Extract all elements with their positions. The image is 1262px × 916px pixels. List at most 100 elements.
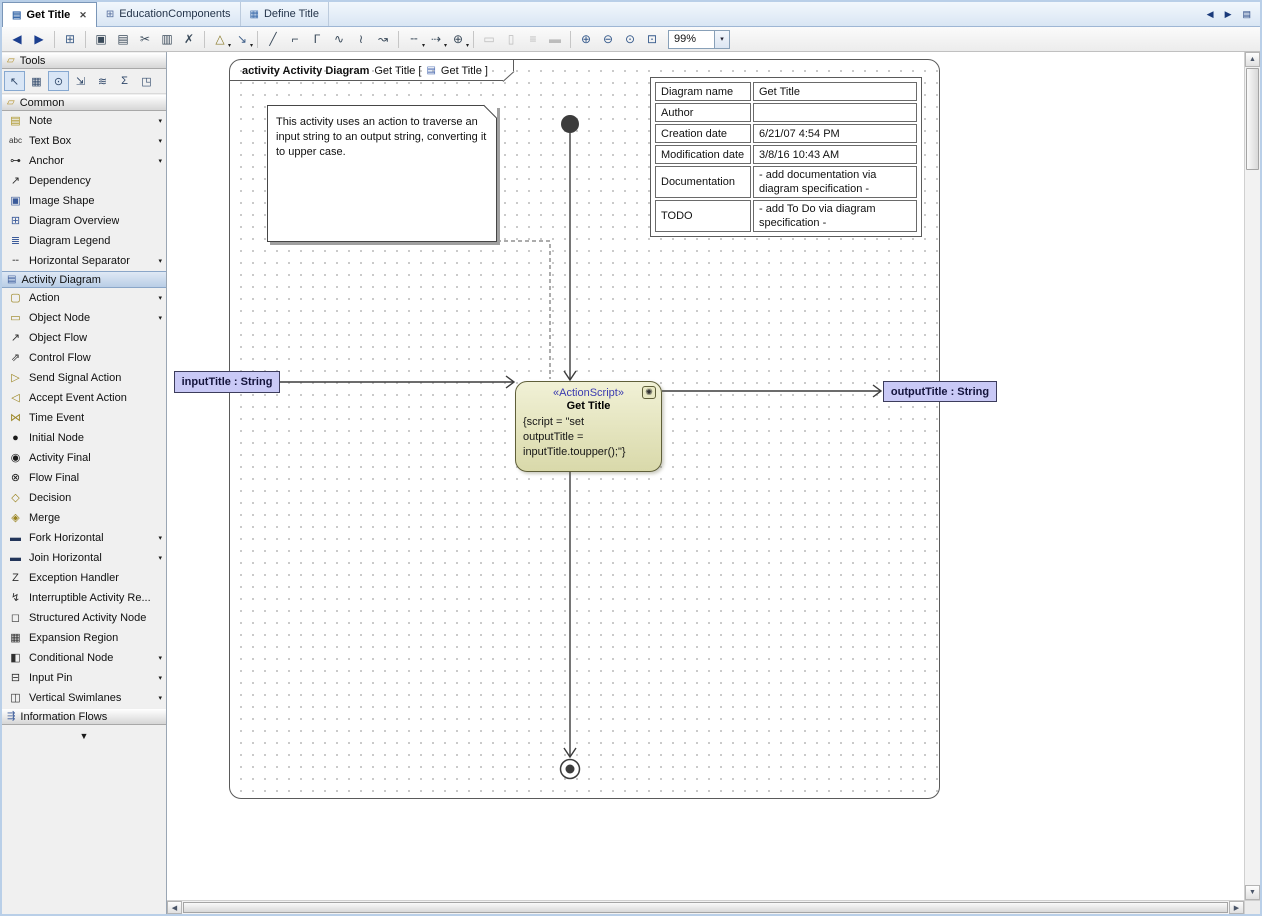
tab-define-title[interactable]: ▦ Define Title	[241, 2, 329, 26]
scroll-left-button[interactable]: ◀	[167, 901, 182, 914]
object-node-tool[interactable]: ▭ Object Node ▾	[2, 308, 166, 328]
paste-button[interactable]: ▤ ▾	[112, 29, 134, 50]
palette-section-tools[interactable]: ▱ Tools	[2, 52, 166, 69]
dropdown-arrow-icon[interactable]: ▾	[158, 554, 162, 562]
activity-final-tool[interactable]: ◉ Activity Final ▾	[2, 448, 166, 468]
resize-tool-button[interactable]: ⇲	[70, 71, 91, 91]
merge-tool[interactable]: ◈ Merge ▾	[2, 508, 166, 528]
copy-button[interactable]: ▣ ▾	[90, 29, 112, 50]
layout-tool-button[interactable]: Σ	[114, 71, 135, 91]
horizontal-scrollbar[interactable]: ◀ ▶	[167, 900, 1244, 914]
zoom-fit-button[interactable]: ⊡ ▾	[641, 29, 663, 50]
scroll-up-button[interactable]: ▲	[1245, 52, 1260, 67]
conditional-node-tool[interactable]: ◧ Conditional Node ▾	[2, 648, 166, 668]
input-pin-inputtitle[interactable]: inputTitle : String	[174, 371, 280, 393]
dropdown-arrow-icon[interactable]: ▾	[158, 137, 162, 145]
rounded-path-button[interactable]: Γ ▾	[306, 29, 328, 50]
input-pin-tool[interactable]: ⊟ Input Pin ▾	[2, 668, 166, 688]
dropdown-arrow-icon[interactable]: ▾	[158, 314, 162, 322]
rectilinear-path-button[interactable]: ⌐ ▾	[284, 29, 306, 50]
tab-list-button[interactable]: ▤	[1238, 6, 1255, 23]
anchor-tool-button[interactable]: ╌ ▾	[403, 29, 425, 50]
time-event-tool[interactable]: ⋈ Time Event ▾	[2, 408, 166, 428]
dropdown-arrow-icon[interactable]: ▾	[158, 294, 162, 302]
diagram-frame-header[interactable]: activity Activity Diagram Get Title [ ▤ …	[230, 60, 514, 81]
tab-educationcomponents[interactable]: ⊞ EducationComponents	[97, 2, 241, 26]
image-shape-tool[interactable]: ▣ Image Shape ▾	[2, 191, 166, 211]
flow-final-tool[interactable]: ⊗ Flow Final ▾	[2, 468, 166, 488]
magnet-tool-button[interactable]: ⊙	[48, 71, 69, 91]
control-flow-tool[interactable]: ⇗ Control Flow ▾	[2, 348, 166, 368]
note-shape[interactable]: This activity uses an action to traverse…	[267, 105, 497, 242]
next-tab-button[interactable]: ▶	[1221, 6, 1236, 23]
close-tab-icon[interactable]: ✕	[79, 10, 87, 21]
dropdown-arrow-icon[interactable]: ▾	[158, 654, 162, 662]
zoom-dropdown-icon[interactable]: ▾	[714, 31, 729, 48]
accept-event-action-tool[interactable]: ◁ Accept Event Action ▾	[2, 388, 166, 408]
scroll-down-button[interactable]: ▼	[1245, 885, 1260, 900]
oblique-path-button[interactable]: ╱ ▾	[262, 29, 284, 50]
anchor-tool[interactable]: ⊶ Anchor ▾	[2, 151, 166, 171]
horizontal-separator-tool[interactable]: ╌ Horizontal Separator ▾	[2, 251, 166, 271]
vertical-swimlanes-tool[interactable]: ◫ Vertical Swimlanes ▾	[2, 688, 166, 708]
palette-section-activity-diagram[interactable]: ▤ Activity Diagram	[2, 271, 166, 288]
distribute-shapes-button[interactable]: ▬ ▾	[544, 29, 566, 50]
action-node-get-title[interactable]: ✺ «ActionScript» Get Title {script = "se…	[515, 381, 662, 472]
tab-get-title[interactable]: ▤ Get Title ✕	[2, 2, 97, 27]
previous-tab-button[interactable]: ◀	[1203, 6, 1218, 23]
exception-handler-tool[interactable]: Z Exception Handler ▾	[2, 568, 166, 588]
send-signal-action-tool[interactable]: ▷ Send Signal Action ▾	[2, 368, 166, 388]
note-tool[interactable]: ▤ Note ▾	[2, 111, 166, 131]
cut-button[interactable]: ✂ ▾	[134, 29, 156, 50]
diagram-canvas[interactable]: activity Activity Diagram Get Title [ ▤ …	[167, 52, 1244, 900]
palette-section-common[interactable]: ▱ Common	[2, 94, 166, 111]
expansion-region-tool[interactable]: ▦ Expansion Region ▾	[2, 628, 166, 648]
make-same-width-button[interactable]: ▭ ▾	[478, 29, 500, 50]
horizontal-scrollbar-thumb[interactable]	[183, 902, 1228, 913]
dropdown-arrow-icon[interactable]: ▾	[158, 674, 162, 682]
dropdown-arrow-icon[interactable]: ▾	[158, 694, 162, 702]
dependency-tool-button[interactable]: ⇢ ▾	[425, 29, 447, 50]
select-related-elements-button[interactable]: ⊞ ▾	[59, 29, 81, 50]
interruptible-activity-region-tool[interactable]: ↯ Interruptible Activity Re... ▾	[2, 588, 166, 608]
decision-tool[interactable]: ◇ Decision ▾	[2, 488, 166, 508]
fork-horizontal-tool[interactable]: ▬ Fork Horizontal ▾	[2, 528, 166, 548]
make-same-height-button[interactable]: ▯ ▾	[500, 29, 522, 50]
action-tool[interactable]: ▢ Action ▾	[2, 288, 166, 308]
script-gear-icon[interactable]: ✺	[642, 386, 656, 399]
zoom-1-1-button[interactable]: ⊙ ▾	[619, 29, 641, 50]
forward-button[interactable]: ▶ ▾	[28, 29, 50, 50]
dropdown-arrow-icon[interactable]: ▾	[158, 257, 162, 265]
join-horizontal-tool[interactable]: ▬ Join Horizontal ▾	[2, 548, 166, 568]
swimlane-adorner-tool-button[interactable]: ≋	[92, 71, 113, 91]
text-box-tool[interactable]: abc Text Box ▾	[2, 131, 166, 151]
draw-path-button[interactable]: ↘ ▾	[231, 29, 253, 50]
clone-button[interactable]: ▥ ▾	[156, 29, 178, 50]
containment-tool-button[interactable]: ⊕ ▾	[447, 29, 469, 50]
delete-button[interactable]: ✗ ▾	[178, 29, 200, 50]
select-tool-button[interactable]: ↖	[4, 71, 25, 91]
palette-scroll-down-button[interactable]: ▼	[2, 725, 166, 747]
dependency-tool[interactable]: ↗ Dependency ▾	[2, 171, 166, 191]
custom-path-button[interactable]: ↝ ▾	[372, 29, 394, 50]
zoom-level-select[interactable]: 99% ▾	[668, 30, 730, 49]
draw-shape-button[interactable]: △ ▾	[209, 29, 231, 50]
vertical-scrollbar-thumb[interactable]	[1246, 68, 1259, 170]
diagram-legend-tool[interactable]: ≣ Diagram Legend ▾	[2, 231, 166, 251]
dropdown-arrow-icon[interactable]: ▾	[158, 117, 162, 125]
align-shapes-button[interactable]: ≡ ▾	[522, 29, 544, 50]
scroll-right-button[interactable]: ▶	[1229, 901, 1244, 914]
vertical-scrollbar[interactable]: ▲ ▼	[1245, 52, 1260, 900]
structured-activity-node-tool[interactable]: ◻ Structured Activity Node ▾	[2, 608, 166, 628]
zoom-in-button[interactable]: ⊕ ▾	[575, 29, 597, 50]
dropdown-arrow-icon[interactable]: ▾	[158, 534, 162, 542]
back-button[interactable]: ◀ ▾	[6, 29, 28, 50]
dropdown-arrow-icon[interactable]: ▾	[158, 157, 162, 165]
selection-filter-tool-button[interactable]: ▦	[26, 71, 47, 91]
spline-path-button[interactable]: ≀ ▾	[350, 29, 372, 50]
bezier-path-button[interactable]: ∿ ▾	[328, 29, 350, 50]
object-flow-tool[interactable]: ↗ Object Flow ▾	[2, 328, 166, 348]
grid-tool-button[interactable]: ◳	[136, 71, 157, 91]
diagram-info-table[interactable]: Diagram name Get Title Author	[650, 77, 922, 237]
palette-section-information-flows[interactable]: ⇶ Information Flows	[2, 708, 166, 725]
